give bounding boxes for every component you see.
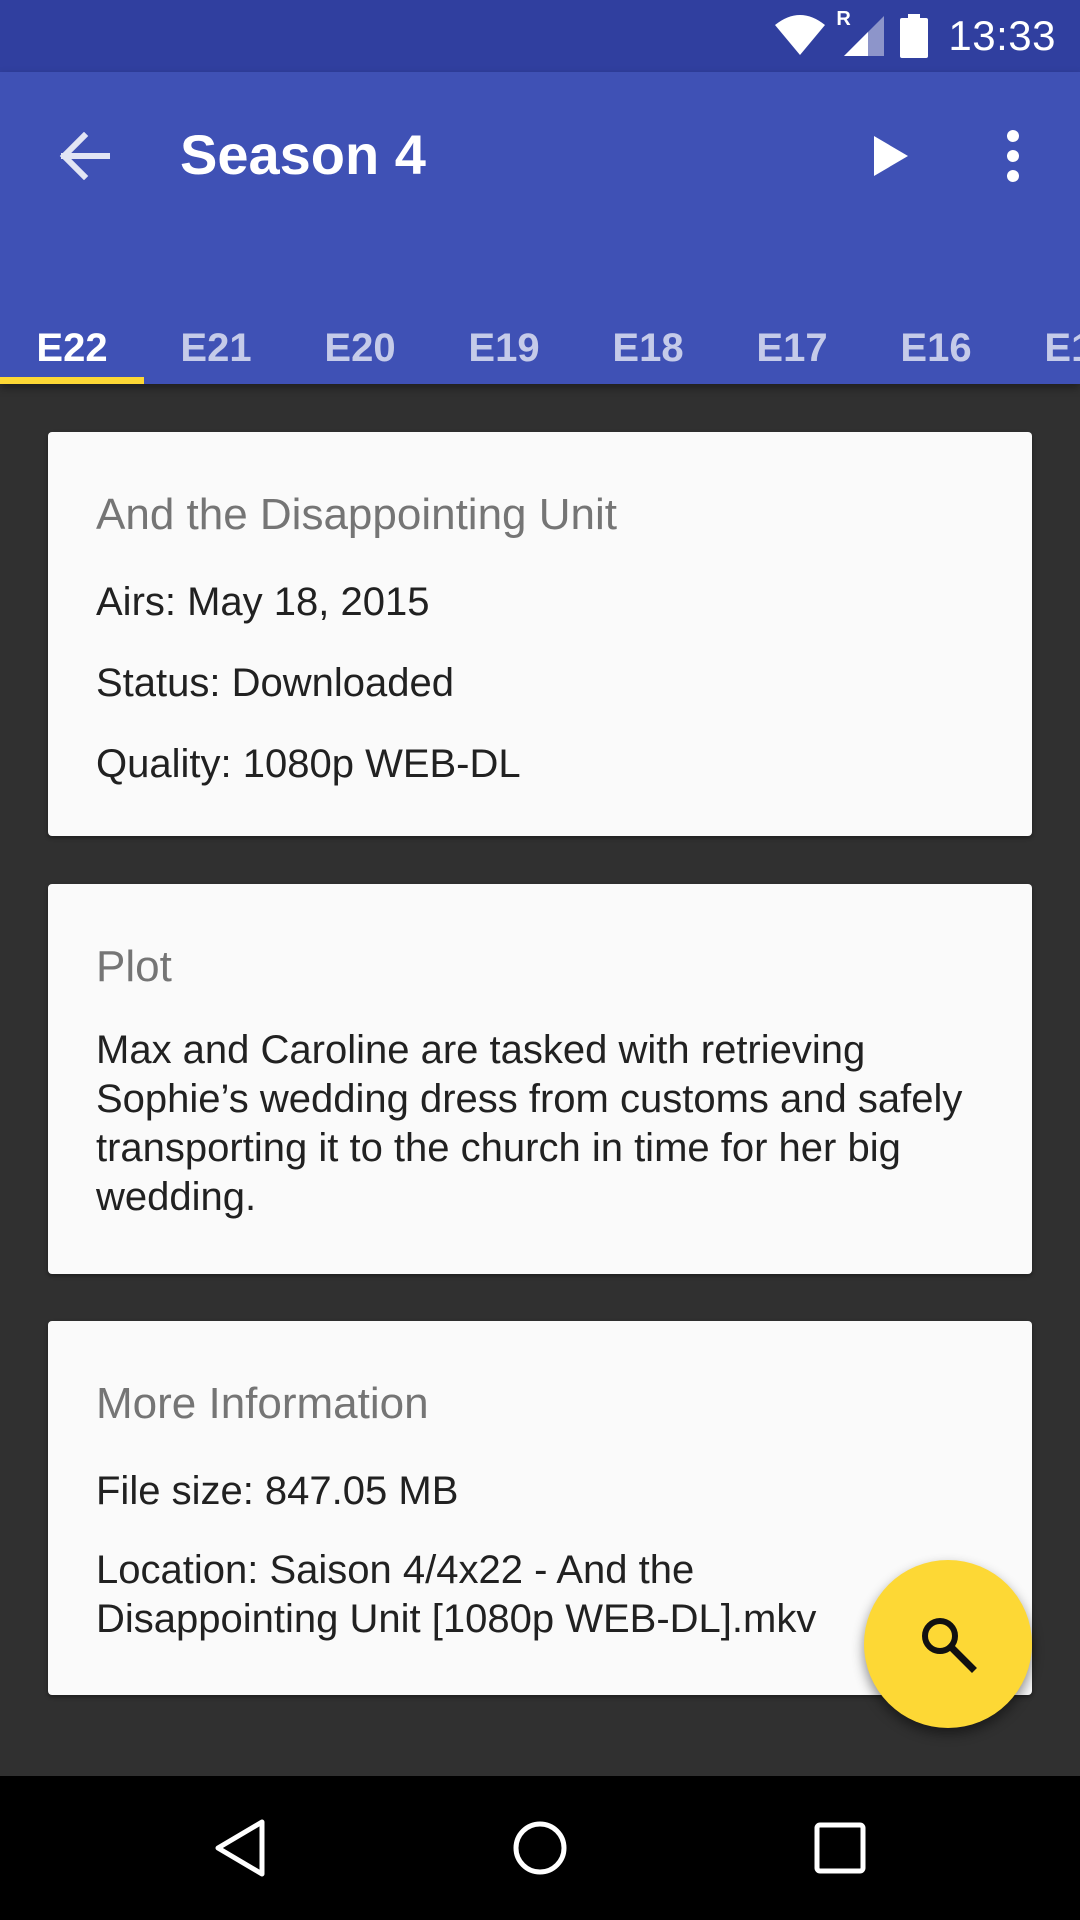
- clock: 13:33: [948, 12, 1056, 59]
- episode-details-card: And the Disappointing Unit Airs: May 18,…: [48, 432, 1032, 836]
- more-vert-icon: [1007, 130, 1019, 182]
- search-fab[interactable]: [864, 1560, 1032, 1728]
- plot-card: Plot Max and Caroline are tasked with re…: [48, 884, 1032, 1274]
- quality: Quality: 1080p WEB-DL: [96, 742, 521, 786]
- back-button[interactable]: [44, 116, 124, 196]
- nav-back-icon: [215, 1819, 265, 1877]
- tab-indicator: [0, 377, 144, 384]
- download-status: Status: Downloaded: [96, 661, 455, 705]
- play-icon: [874, 136, 908, 176]
- arrow-back-icon: [59, 132, 110, 180]
- nav-recents-icon: [814, 1822, 866, 1874]
- app-bar: Season 4 E22 E21 E20 E19 E18 E17 E16 E15: [0, 72, 1080, 384]
- airs-date: Airs: May 18, 2015: [96, 580, 430, 624]
- episode-title: And the Disappointing Unit: [96, 490, 617, 539]
- nav-back-button[interactable]: [190, 1798, 290, 1898]
- search-icon: [922, 1618, 977, 1673]
- tab-e16[interactable]: E16: [864, 312, 1008, 384]
- episode-tabs: E22 E21 E20 E19 E18 E17 E16 E15: [0, 312, 1080, 384]
- nav-home-icon: [513, 1821, 567, 1875]
- tab-e17[interactable]: E17: [720, 312, 864, 384]
- tab-e22[interactable]: E22: [0, 312, 144, 384]
- more-information-heading: More Information: [96, 1379, 429, 1428]
- page-title: Season 4: [180, 123, 426, 186]
- file-size: File size: 847.05 MB: [96, 1469, 459, 1513]
- tab-e15[interactable]: E15: [1008, 312, 1080, 384]
- file-location: Location: Saison 4/4x22 - And the Disapp…: [96, 1548, 817, 1641]
- nav-home-button[interactable]: [490, 1798, 590, 1898]
- nav-recents-button[interactable]: [790, 1798, 890, 1898]
- cell-signal-roaming-icon: R: [836, 8, 886, 58]
- tab-e21[interactable]: E21: [144, 312, 288, 384]
- play-button[interactable]: [850, 116, 930, 196]
- system-nav-bar: [0, 1776, 1080, 1920]
- status-bar: R 13:33: [0, 0, 1080, 72]
- tab-e18[interactable]: E18: [576, 312, 720, 384]
- more-options-button[interactable]: [973, 116, 1053, 196]
- wifi-icon: [774, 15, 826, 57]
- roaming-label: R: [836, 8, 851, 30]
- tab-e20[interactable]: E20: [288, 312, 432, 384]
- plot-text: Max and Caroline are tasked with retriev…: [96, 1028, 963, 1219]
- battery-icon: [900, 14, 929, 58]
- tab-e19[interactable]: E19: [432, 312, 576, 384]
- toolbar: Season 4: [0, 72, 1080, 240]
- plot-heading: Plot: [96, 942, 172, 991]
